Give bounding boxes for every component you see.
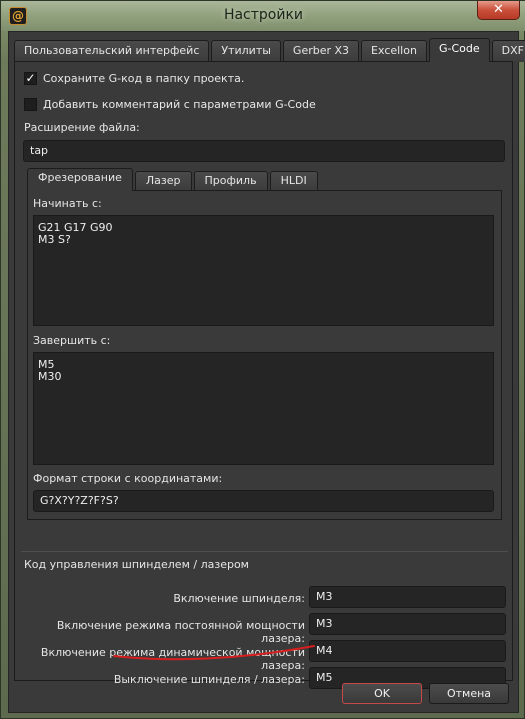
extension-field[interactable]: tap [23,140,505,162]
add-comment-checkbox[interactable] [24,97,37,111]
tab-utilities[interactable]: Утилиты [211,40,281,62]
gcode-panel: ✓ Сохраните G-код в папку проекта. Добав… [14,61,513,689]
subtab-profile[interactable]: Профиль [193,171,268,191]
milling-panel: Начинать с: G21 G17 G90 M3 S? Завершить … [27,190,502,520]
end-code-editor[interactable]: M5 M30 [33,352,494,465]
close-icon: ✕ [493,2,504,17]
close-button[interactable]: ✕ [477,1,520,20]
extension-label: Расширение файла: [24,121,140,134]
laser-dynamic-field[interactable]: M4 [309,640,506,662]
save-to-project-label: Сохраните G-код в папку проекта. [43,71,245,85]
spindle-off-label: Выключение шпинделя / лазера: [113,673,305,686]
subtab-hldi[interactable]: HLDI [269,171,318,191]
add-comment-label: Добавить комментарий с параметрами G-Cod… [43,97,316,111]
start-label: Начинать с: [33,197,102,210]
cancel-button[interactable]: Отмена [429,683,509,704]
tab-excellon[interactable]: Excellon [361,40,427,62]
start-code-editor[interactable]: G21 G17 G90 M3 S? [33,215,494,326]
subtab-laser[interactable]: Лазер [134,171,192,191]
dialog-client: Пользовательский интерфейс Утилиты Gerbe… [8,31,525,713]
title-bar[interactable]: @ Настройки ✕ [1,1,525,31]
ok-button[interactable]: OK [342,683,422,704]
spindle-group-title: Код управления шпинделем / лазером [24,558,249,571]
main-tab-bar: Пользовательский интерфейс Утилиты Gerbe… [14,38,525,62]
window-title: Настройки [223,7,304,23]
annotation-underline [113,645,315,661]
end-label: Завершить с: [33,334,111,347]
tab-dxf[interactable]: DXF [491,40,525,62]
subtab-milling[interactable]: Фрезерование [27,168,133,191]
spindle-on-field[interactable]: M3 [309,586,506,608]
window-frame: @ Настройки ✕ Пользовательский интерфейс… [0,0,525,719]
tab-gcode[interactable]: G-Code [428,38,490,62]
spindle-on-label: Включение шпинделя: [173,592,305,605]
tab-ui[interactable]: Пользовательский интерфейс [14,40,210,62]
laser-constant-label: Включение режима постоянной мощности лаз… [56,619,305,645]
tab-gerber[interactable]: Gerber X3 [282,40,360,62]
laser-constant-field[interactable]: M3 [309,613,506,635]
add-comment-option[interactable]: Добавить комментарий с параметрами G-Cod… [24,95,316,113]
save-to-project-option[interactable]: ✓ Сохраните G-код в папку проекта. [24,69,244,87]
coord-format-label: Формат строки с координатами: [33,472,223,485]
subtab-bar: Фрезерование Лазер Профиль HLDI [27,168,320,191]
save-to-project-checkbox[interactable]: ✓ [24,71,37,85]
group-separator [21,551,508,552]
coord-format-field[interactable]: G?X?Y?Z?F?S? [33,490,494,512]
